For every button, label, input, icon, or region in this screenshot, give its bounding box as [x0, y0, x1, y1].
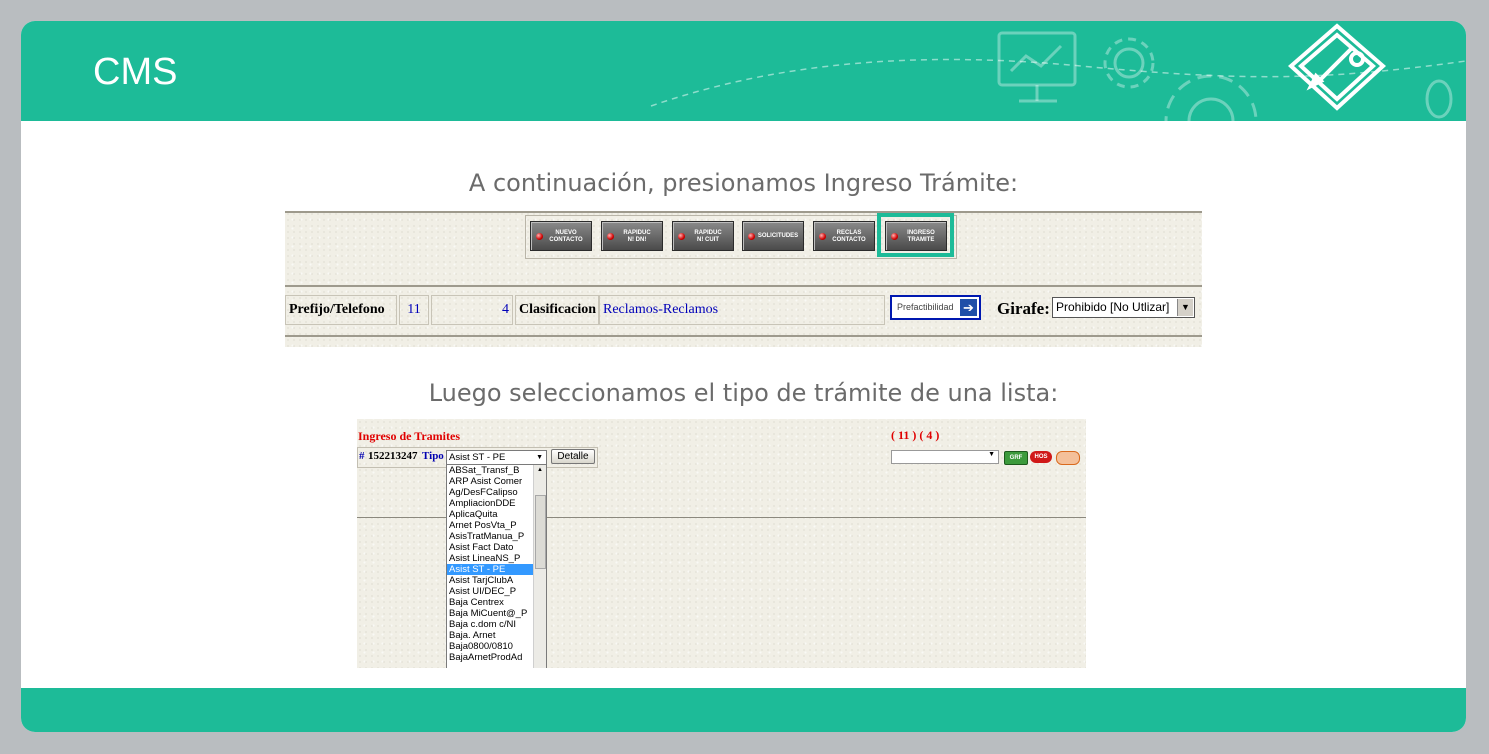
prefijo-label: Prefijo/Telefono [285, 295, 397, 325]
orange-oval-button[interactable] [1056, 451, 1080, 465]
tipo-option[interactable]: AsisTratManua_P [447, 531, 546, 542]
tipo-option[interactable]: ABSat_Transf_B [447, 465, 546, 476]
page-title: CMS [93, 51, 178, 93]
tipo-select[interactable]: Asist ST - PE ▼ [446, 450, 547, 465]
tech-decoration-icon [650, 23, 1466, 121]
tipo-option[interactable]: Asist ST - PE [447, 564, 546, 575]
reclas-contacto-button[interactable]: RECLAS CONTACTO [813, 221, 875, 251]
scrollbar[interactable]: ▲ [533, 465, 546, 668]
tipo-option[interactable]: Asist LineaNS_P [447, 553, 546, 564]
highlight-box [877, 213, 954, 257]
footer-bar [21, 688, 1466, 732]
divider [285, 211, 1202, 213]
scroll-thumb[interactable] [535, 495, 546, 569]
tipo-label: Tipo [422, 450, 444, 462]
screenshot-tramites: Ingreso de Tramites ( 11 ) ( 4 ) # 15221… [357, 419, 1086, 668]
chevron-down-icon: ▼ [536, 454, 543, 461]
red-light-icon [819, 233, 826, 240]
tipo-option[interactable]: Asist UI/DEC_P [447, 586, 546, 597]
hos-button[interactable]: HOS [1030, 451, 1052, 463]
tipo-option[interactable]: Baja. Arnet [447, 630, 546, 641]
red-light-icon [678, 233, 685, 240]
tipo-option[interactable]: Baja MiCuent@_P [447, 608, 546, 619]
nuevo-contacto-button[interactable]: NUEVO CONTACTO [530, 221, 592, 251]
caption-step2: Luego seleccionamos el tipo de trámite d… [428, 379, 1059, 407]
solicitudes-button[interactable]: SOLICITUDES [742, 221, 804, 251]
red-light-icon [748, 233, 755, 240]
clasificacion-value: Reclamos-Reclamos [599, 295, 885, 325]
tipo-option[interactable]: Ag/DesFCalipso [447, 487, 546, 498]
tipo-option[interactable]: Baja0800/0810 [447, 641, 546, 652]
arrow-right-icon: ➔ [960, 299, 977, 316]
chevron-down-icon[interactable]: ▼ [1177, 299, 1193, 316]
tipo-option[interactable]: BajaArnetProdAd [447, 652, 546, 663]
scroll-up-icon[interactable]: ▲ [534, 465, 546, 475]
tramite-number: 152213247 [368, 450, 418, 462]
secondary-select[interactable]: ▼ [891, 450, 999, 464]
tipo-option[interactable]: Asist Fact Dato [447, 542, 546, 553]
tipo-option[interactable]: AmpliacionDDE [447, 498, 546, 509]
girafe-select[interactable]: Prohibido [No Utlizar] ▼ [1052, 297, 1195, 318]
header-banner: CMS [21, 21, 1466, 121]
prefijo-value[interactable]: 11 [399, 295, 429, 325]
rapiduc-cuit-button[interactable]: RAPIDUC N! CUIT [672, 221, 734, 251]
telefono-value[interactable]: 4 [431, 295, 513, 325]
tipo-option[interactable]: AplicaQuita [447, 509, 546, 520]
tramites-title: Ingreso de Tramites [358, 429, 460, 443]
tipo-dropdown-list[interactable]: ABSat_Transf_B ARP Asist Comer Ag/DesFCali… [446, 464, 547, 668]
clasificacion-label: Clasificacion [515, 295, 599, 325]
chevron-down-icon: ▼ [988, 451, 995, 458]
red-light-icon [536, 233, 543, 240]
tipo-option[interactable]: Asist TarjClubA [447, 575, 546, 586]
tipo-option[interactable]: ARP Asist Comer [447, 476, 546, 487]
caption-step1: A continuación, presionamos Ingreso Trám… [468, 169, 1019, 197]
prefactibilidad-button[interactable]: Prefactibilidad ➔ [890, 295, 981, 320]
hash-label: # [359, 450, 365, 462]
tipo-option[interactable]: Baja c.dom c/NI [447, 619, 546, 630]
red-light-icon [607, 233, 614, 240]
grf-button[interactable]: GRF [1004, 451, 1028, 465]
detalle-button[interactable]: Detalle [551, 449, 595, 464]
tipo-option[interactable]: Arnet PosVta_P [447, 520, 546, 531]
screenshot-toolbar: NUEVO CONTACTO RAPIDUC N! DN! RAPIDUC N! CU… [285, 211, 1202, 347]
girafe-label: Girafe: [997, 299, 1050, 318]
codes-label: ( 11 ) ( 4 ) [891, 428, 940, 442]
rapiduc-dni-button[interactable]: RAPIDUC N! DN! [601, 221, 663, 251]
slide: CMS A continuación, presionamos Ingreso … [21, 21, 1466, 732]
tipo-options: ABSat_Transf_B ARP Asist Comer Ag/DesFCali… [447, 465, 546, 663]
tipo-option[interactable]: Baja Centrex [447, 597, 546, 608]
